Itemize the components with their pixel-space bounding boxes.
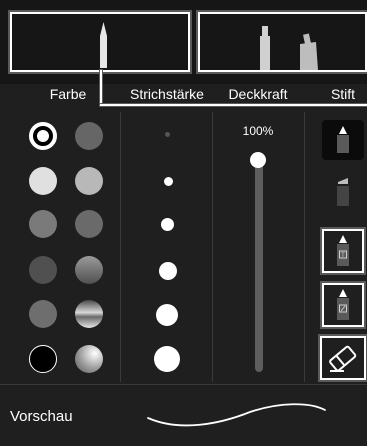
opacity-value-label: 100% (242, 124, 274, 138)
stroke-size-1[interactable] (165, 132, 170, 137)
marker-pen-button[interactable] (322, 120, 364, 160)
preview-connector (100, 70, 102, 106)
pen-set-icon (260, 26, 318, 70)
highlighter-icon (337, 178, 349, 206)
color-swatch-charcoal[interactable] (29, 256, 57, 284)
preview-connector (100, 104, 367, 106)
color-swatch-gray-gradient[interactable] (75, 256, 103, 284)
column-divider (212, 112, 213, 382)
footer-divider (0, 384, 367, 385)
color-swatch-black[interactable] (29, 345, 57, 373)
pen-tip-icon (100, 22, 107, 68)
color-swatch-slate[interactable] (29, 300, 57, 328)
stroke-size-6[interactable] (154, 346, 180, 372)
color-swatch-gray[interactable] (75, 210, 103, 238)
eraser-icon (329, 345, 357, 372)
color-swatch-white-selected[interactable] (29, 122, 57, 150)
opacity-slider-track[interactable] (255, 160, 263, 372)
color-swatch-mid-gray[interactable] (29, 210, 57, 238)
pattern-marker-button[interactable] (320, 281, 366, 329)
tab-farbe[interactable]: Farbe (36, 86, 100, 104)
stroke-size-3[interactable] (161, 218, 174, 231)
stroke-size-2[interactable] (164, 177, 173, 186)
stroke-size-4[interactable] (159, 262, 177, 280)
color-swatch-light-gray[interactable] (29, 167, 57, 195)
color-swatch-silver-gradient[interactable] (75, 345, 103, 373)
pen-preview-box[interactable] (196, 10, 367, 74)
text-marker-icon: T (337, 235, 349, 266)
stroke-preview-svg (147, 403, 326, 427)
preview-label: Vorschau (10, 408, 73, 425)
color-swatch-dark-gray[interactable] (75, 122, 103, 150)
marker-pen-icon (337, 126, 349, 153)
tab-strichstaerke[interactable]: Strichstärke (120, 86, 214, 104)
tab-deckkraft[interactable]: Deckkraft (220, 86, 296, 104)
color-swatch-metal-gradient[interactable] (75, 300, 103, 328)
opacity-slider-thumb[interactable] (250, 152, 266, 168)
stroke-size-5[interactable] (156, 304, 178, 326)
tab-stift[interactable]: Stift (318, 86, 367, 104)
eraser-button[interactable] (318, 334, 367, 382)
pattern-marker-icon (337, 289, 349, 320)
stroke-preview-curve (140, 392, 340, 437)
stroke-preview-box[interactable] (8, 10, 192, 74)
highlighter-button[interactable] (322, 170, 364, 210)
svg-text:T: T (341, 253, 345, 259)
column-divider (120, 112, 121, 382)
column-divider (304, 112, 305, 382)
color-swatch-silver[interactable] (75, 167, 103, 195)
text-marker-button[interactable]: T (320, 227, 366, 275)
